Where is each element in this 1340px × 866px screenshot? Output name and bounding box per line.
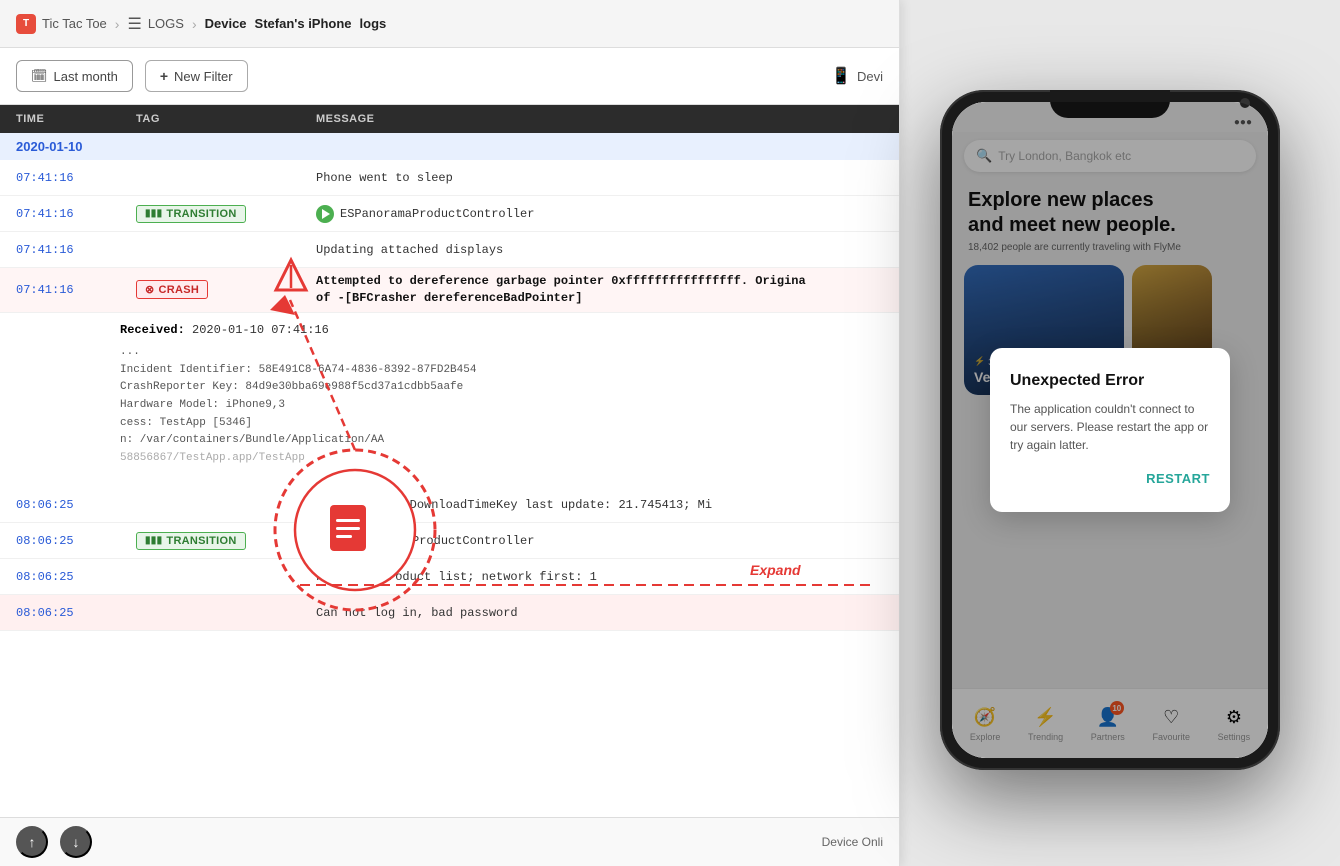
- log-row[interactable]: 08:06:25 Fetching product list; network …: [0, 559, 899, 595]
- date-separator: 2020-01-10: [0, 133, 899, 160]
- phone-screen: ●●● 🔍 Try London, Bangkok etc Explore ne…: [952, 102, 1268, 758]
- plus-icon: +: [160, 68, 168, 84]
- transition-badge: ▮▮▮ TRANSITION: [136, 205, 246, 223]
- app-name: Tic Tac Toe: [42, 16, 107, 31]
- device-filter[interactable]: 📱 Devi: [831, 66, 883, 86]
- filter-bar: 🗓 Last month + New Filter 📱 Devi: [0, 48, 899, 105]
- last-month-label: Last month: [54, 69, 118, 84]
- expand-row[interactable]: [0, 475, 899, 487]
- bars-icon-2: ▮▮▮: [145, 535, 162, 546]
- logs-label: LOGS: [148, 16, 184, 31]
- crash-badge: ⊗ CRASH: [136, 280, 208, 299]
- error-log-row[interactable]: 08:06:25 Can not log in, bad password: [0, 595, 899, 631]
- tag-cell: ▮▮▮ TRANSITION: [136, 205, 316, 223]
- logs-icon: ☰: [127, 14, 141, 34]
- bars-icon: ▮▮▮: [145, 208, 162, 219]
- calendar-icon: 🗓: [31, 68, 48, 84]
- table-body: 2020-01-10 07:41:16 Phone went to sleep …: [0, 133, 899, 817]
- phone-container: ●●● 🔍 Try London, Bangkok etc Explore ne…: [900, 10, 1320, 856]
- phone-icon: 📱: [831, 66, 851, 86]
- new-filter-label: New Filter: [174, 69, 233, 84]
- separator-1: ›: [115, 16, 120, 32]
- modal-btn-row: RESTART: [1010, 470, 1210, 488]
- error-icon: ⊗: [145, 283, 155, 296]
- device-filter-label: Devi: [857, 69, 883, 84]
- crash-line-1: Incident Identifier: 58E491C8-6A74-4836-…: [120, 362, 883, 380]
- last-month-filter[interactable]: 🗓 Last month: [16, 60, 133, 92]
- play-icon-2: [316, 532, 334, 550]
- phone-error-modal: Unexpected Error The application couldn'…: [990, 348, 1230, 512]
- crash-line-3: Hardware Model: iPhone9,3: [120, 397, 883, 415]
- device-label: Device: [205, 16, 247, 31]
- modal-body: The application couldn't connect to our …: [1010, 400, 1210, 454]
- play-icon: [316, 205, 334, 223]
- breadcrumb-device: Device Stefan's iPhone logs: [205, 16, 387, 31]
- controller-name: ESPanoramaProductController: [340, 207, 534, 221]
- phone-frame: ●●● 🔍 Try London, Bangkok etc Explore ne…: [940, 90, 1280, 770]
- up-icon: ↑: [29, 834, 36, 850]
- crash-log-row[interactable]: 07:41:16 ⊗ CRASH Attempted to dereferenc…: [0, 268, 899, 313]
- table-header: TIME TAG MESSAGE: [0, 105, 899, 133]
- phone-content: ●●● 🔍 Try London, Bangkok etc Explore ne…: [952, 102, 1268, 758]
- device-status: Device Onli: [822, 835, 883, 849]
- new-filter-button[interactable]: + New Filter: [145, 60, 248, 92]
- time-cell: 08:06:25: [16, 606, 136, 620]
- col-tag: TAG: [136, 113, 316, 125]
- tag-cell: ⊗ CRASH: [136, 280, 316, 299]
- time-cell: 08:06:25: [16, 534, 136, 548]
- logs-suffix: logs: [360, 16, 387, 31]
- msg-cell: LastFullAssetDownloadTimeKey last update…: [316, 498, 883, 512]
- device-name: Stefan's iPhone: [255, 16, 352, 31]
- log-panel: T Tic Tac Toe › ☰ LOGS › Device Stefan's…: [0, 0, 900, 866]
- received-label: Received: 2020-01-10 07:41:16: [120, 323, 329, 337]
- time-cell: 07:41:16: [16, 283, 136, 297]
- col-message: MESSAGE: [316, 113, 883, 125]
- controller-name-2: ESPanoramaProductController: [340, 534, 534, 548]
- app-icon: T: [16, 14, 36, 34]
- crash-detail-section: Received: 2020-01-10 07:41:16 ... Incide…: [0, 313, 899, 476]
- msg-cell: Phone went to sleep: [316, 171, 883, 185]
- crash-line-4: cess: TestApp [5346]: [120, 415, 883, 433]
- breadcrumb-app[interactable]: T Tic Tac Toe: [16, 14, 107, 34]
- transition-badge-2: ▮▮▮ TRANSITION: [136, 532, 246, 550]
- crash-line-5: n: /var/containers/Bundle/Application/AA: [120, 432, 883, 450]
- tag-cell: ▮▮▮ TRANSITION: [136, 532, 316, 550]
- breadcrumb-logs[interactable]: ☰ LOGS: [127, 14, 183, 34]
- crash-line-6: 58856867/TestApp.app/TestApp: [120, 450, 883, 468]
- log-row[interactable]: 07:41:16 Updating attached displays: [0, 232, 899, 268]
- log-row[interactable]: 07:41:16 ▮▮▮ TRANSITION ESPanoramaProduc…: [0, 196, 899, 232]
- crash-msg-cell: Attempted to dereference garbage pointer…: [316, 273, 883, 307]
- restart-button[interactable]: RESTART: [1146, 471, 1210, 486]
- msg-cell: Updating attached displays: [316, 243, 883, 257]
- col-time: TIME: [16, 113, 136, 125]
- time-cell: 07:41:16: [16, 207, 136, 221]
- bottom-bar: ↑ ↓ Device Onli: [0, 817, 899, 866]
- scroll-up-button[interactable]: ↑: [16, 826, 48, 858]
- time-cell: 07:41:16: [16, 243, 136, 257]
- modal-title: Unexpected Error: [1010, 372, 1210, 390]
- time-cell: 08:06:25: [16, 498, 136, 512]
- log-row[interactable]: 08:06:25 ▮▮▮ TRANSITION ESPanoramaProduc…: [0, 523, 899, 559]
- separator-2: ›: [192, 16, 197, 32]
- breadcrumb: T Tic Tac Toe › ☰ LOGS › Device Stefan's…: [0, 0, 899, 48]
- msg-cell: ESPanoramaProductController: [316, 205, 883, 223]
- crash-line-2: CrashReporter Key: 84d9e30bba69e988f5cd3…: [120, 379, 883, 397]
- error-msg-cell: Can not log in, bad password: [316, 606, 883, 620]
- time-cell: 08:06:25: [16, 570, 136, 584]
- down-icon: ↓: [73, 834, 80, 850]
- msg-cell: ESPanoramaProductController: [316, 532, 883, 550]
- log-row[interactable]: 07:41:16 Phone went to sleep: [0, 160, 899, 196]
- phone-modal-overlay: Unexpected Error The application couldn'…: [952, 102, 1268, 758]
- scroll-down-button[interactable]: ↓: [60, 826, 92, 858]
- msg-cell: Fetching product list; network first: 1: [316, 570, 883, 584]
- log-row[interactable]: 08:06:25 LastFullAssetDownloadTimeKey la…: [0, 487, 899, 523]
- crash-dots: ...: [120, 344, 883, 362]
- time-cell: 07:41:16: [16, 171, 136, 185]
